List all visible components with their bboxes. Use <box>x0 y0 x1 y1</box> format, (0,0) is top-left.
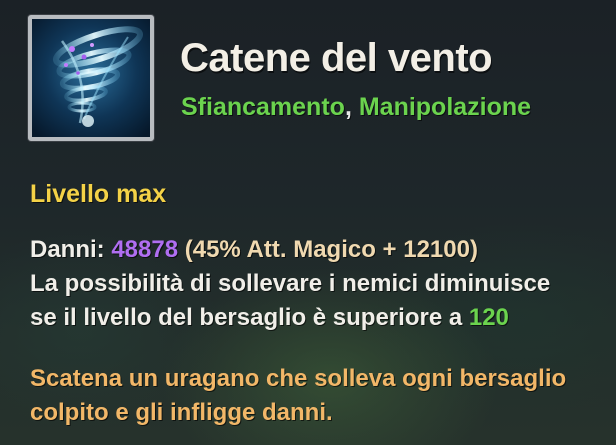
damage-value: 48878 <box>111 236 179 263</box>
lift-line-2: se il livello del bersaglio è superiore … <box>30 301 550 335</box>
lift-line-2-text: se il livello del bersaglio è superiore … <box>30 304 469 331</box>
level-threshold-value: 120 <box>468 304 509 331</box>
damage-label: Danni: <box>30 236 112 263</box>
skill-tooltip: Catene del vento Sfiancamento, Manipolaz… <box>0 0 616 445</box>
tag-separator: , <box>344 93 359 121</box>
damage-formula: (45% Att. Magico + 12100) <box>178 236 478 263</box>
lift-line-1: La possibilità di sollevare i nemici dim… <box>30 270 551 297</box>
skill-tags: Sfiancamento, Manipolazione <box>181 93 531 122</box>
whirlwind-tornado-icon <box>32 19 150 137</box>
description-line-1: Scatena un uragano che solleva ogni bers… <box>30 365 567 392</box>
level-label: Livello max <box>30 180 167 208</box>
skill-description: Scatena un uragano che solleva ogni bers… <box>30 362 566 430</box>
damage-line: Danni: 48878 (45% Att. Magico + 12100) <box>30 233 550 267</box>
skill-title: Catene del vento <box>180 36 493 80</box>
tag-sfiancamento: Sfiancamento <box>181 93 345 121</box>
skill-icon-frame <box>28 15 154 141</box>
skill-stats: Danni: 48878 (45% Att. Magico + 12100) L… <box>30 233 550 335</box>
description-line-2: colpito e gli infligge danni. <box>30 399 333 426</box>
tag-manipolazione: Manipolazione <box>358 93 532 121</box>
